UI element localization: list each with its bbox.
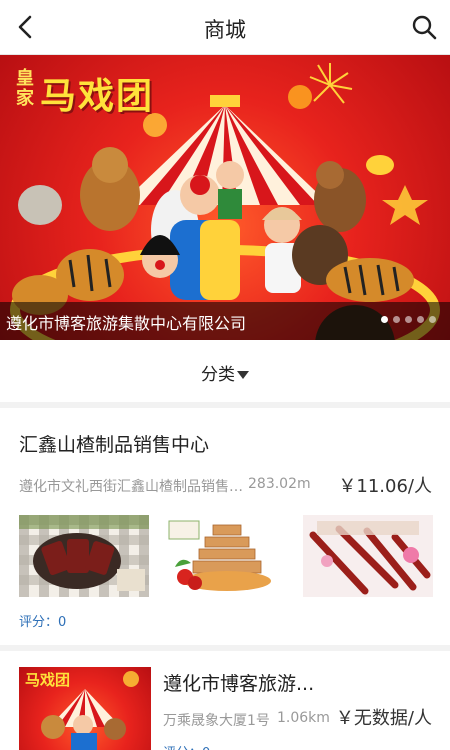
shop-rating: 评分：0 [19,615,67,630]
caret-down-icon [237,371,249,379]
banner-carousel[interactable]: 皇家 马戏团 遵化市博客旅游集散中心有限公司 [0,55,450,340]
shop-price: ￥无数据/人 [335,708,432,729]
banner-caption: 遵化市博客旅游集散中心有限公司 [6,314,247,333]
carousel-indicator[interactable] [381,316,436,323]
banner-logo-title: 马戏团 [40,75,155,117]
category-filter-label: 分类 [201,365,235,385]
shop-distance: 283.02m [248,476,311,492]
shop-card[interactable]: 汇鑫山楂制品销售中心 遵化市文礼西街汇鑫山楂制品销售中心 283.02m ￥11… [0,408,450,645]
shop-rating: 评分：0 [163,742,210,750]
shop-thumbnail[interactable]: 马戏团 [19,667,151,750]
shop-distance: 1.06km [277,710,330,726]
shop-address: 万乘晟象大厦1号 [163,713,270,729]
carousel-dot[interactable] [429,316,436,323]
svg-text:马戏团: 马戏团 [25,671,70,689]
product-thumbnail[interactable] [19,515,149,597]
shop-name: 汇鑫山楂制品销售中心 [19,434,210,456]
search-icon[interactable] [408,11,440,43]
carousel-dot[interactable] [393,316,400,323]
shop-thumbnails [19,515,433,597]
page-title: 商城 [204,18,246,42]
shop-address: 遵化市文礼西街汇鑫山楂制品销售中心 [19,479,244,495]
shop-card[interactable]: 马戏团 遵化市博客旅游... 万乘晟象大厦1号 1.06km ￥无数据/人 评分… [0,651,450,750]
category-filter-dropdown[interactable]: 分类 [0,360,450,385]
carousel-dot[interactable] [405,316,412,323]
top-bar: 商城 [0,0,450,55]
shop-name: 遵化市博客旅游... [163,673,315,695]
shop-price: ￥11.06/人 [338,476,432,497]
banner-caption-bar: 遵化市博客旅游集散中心有限公司 [0,302,450,340]
product-thumbnail[interactable] [161,515,291,597]
carousel-dot[interactable] [417,316,424,323]
product-thumbnail[interactable] [303,515,433,597]
carousel-dot[interactable] [381,316,388,323]
banner-logo-small: 皇家 [16,68,34,109]
filter-bar: 分类 [0,340,450,402]
